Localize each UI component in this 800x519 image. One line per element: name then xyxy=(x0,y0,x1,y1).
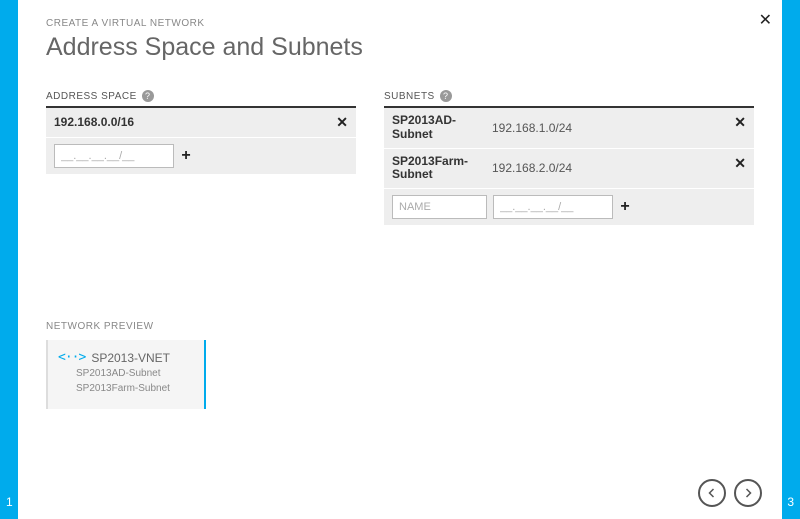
page-title: Address Space and Subnets xyxy=(46,33,754,62)
vnet-name: SP2013-VNET xyxy=(91,351,170,365)
address-space-input[interactable] xyxy=(54,144,174,168)
subnet-name: SP2013AD-Subnet xyxy=(392,114,492,142)
subnet-row: SP2013AD-Subnet 192.168.1.0/24 ✕ xyxy=(384,108,754,149)
address-space-label-text: ADDRESS SPACE xyxy=(46,91,137,102)
preview-subnet: SP2013AD-Subnet xyxy=(76,367,192,380)
network-preview-box: <··> SP2013-VNET SP2013AD-Subnet SP2013F… xyxy=(46,340,206,409)
help-icon[interactable]: ? xyxy=(440,90,452,102)
subnet-name: SP2013Farm-Subnet xyxy=(392,155,492,183)
subnets-section: SUBNETS ? SP2013AD-Subnet 192.168.1.0/24… xyxy=(384,90,754,226)
help-icon[interactable]: ? xyxy=(142,90,154,102)
arrow-left-icon xyxy=(706,487,718,499)
subnet-cidr: 192.168.1.0/24 xyxy=(492,121,572,135)
preview-subnet: SP2013Farm-Subnet xyxy=(76,382,192,395)
subnet-cidr: 192.168.2.0/24 xyxy=(492,161,572,175)
add-icon[interactable]: + xyxy=(178,148,194,164)
subnets-label-text: SUBNETS xyxy=(384,91,435,102)
delete-icon[interactable]: ✕ xyxy=(734,114,746,131)
network-preview-section: NETWORK PREVIEW <··> SP2013-VNET SP2013A… xyxy=(46,321,754,409)
wizard-bar-right xyxy=(782,0,800,519)
next-button[interactable] xyxy=(734,479,762,507)
arrow-right-icon xyxy=(742,487,754,499)
delete-icon[interactable]: ✕ xyxy=(734,155,746,172)
address-space-label: ADDRESS SPACE ? xyxy=(46,90,356,108)
wizard-step-total: 3 xyxy=(787,495,794,509)
wizard-eyebrow: CREATE A VIRTUAL NETWORK xyxy=(46,18,754,29)
add-icon[interactable]: + xyxy=(617,199,633,215)
wizard-bar-left xyxy=(0,0,18,519)
address-space-row: 192.168.0.0/16 ✕ xyxy=(46,108,356,138)
subnet-cidr-input[interactable] xyxy=(493,195,613,219)
address-space-section: ADDRESS SPACE ? 192.168.0.0/16 ✕ + xyxy=(46,90,356,226)
subnet-name-input[interactable] xyxy=(392,195,487,219)
close-icon[interactable]: ✕ xyxy=(759,10,772,30)
subnet-add-row: + xyxy=(384,189,754,226)
subnets-label: SUBNETS ? xyxy=(384,90,754,108)
subnet-row: SP2013Farm-Subnet 192.168.2.0/24 ✕ xyxy=(384,149,754,190)
network-preview-label: NETWORK PREVIEW xyxy=(46,321,754,332)
wizard-step-current: 1 xyxy=(6,495,13,509)
address-space-add-row: + xyxy=(46,138,356,175)
vnet-icon: <··> xyxy=(58,350,85,365)
delete-icon[interactable]: ✕ xyxy=(336,114,348,131)
back-button[interactable] xyxy=(698,479,726,507)
address-space-cidr: 192.168.0.0/16 xyxy=(54,116,134,130)
